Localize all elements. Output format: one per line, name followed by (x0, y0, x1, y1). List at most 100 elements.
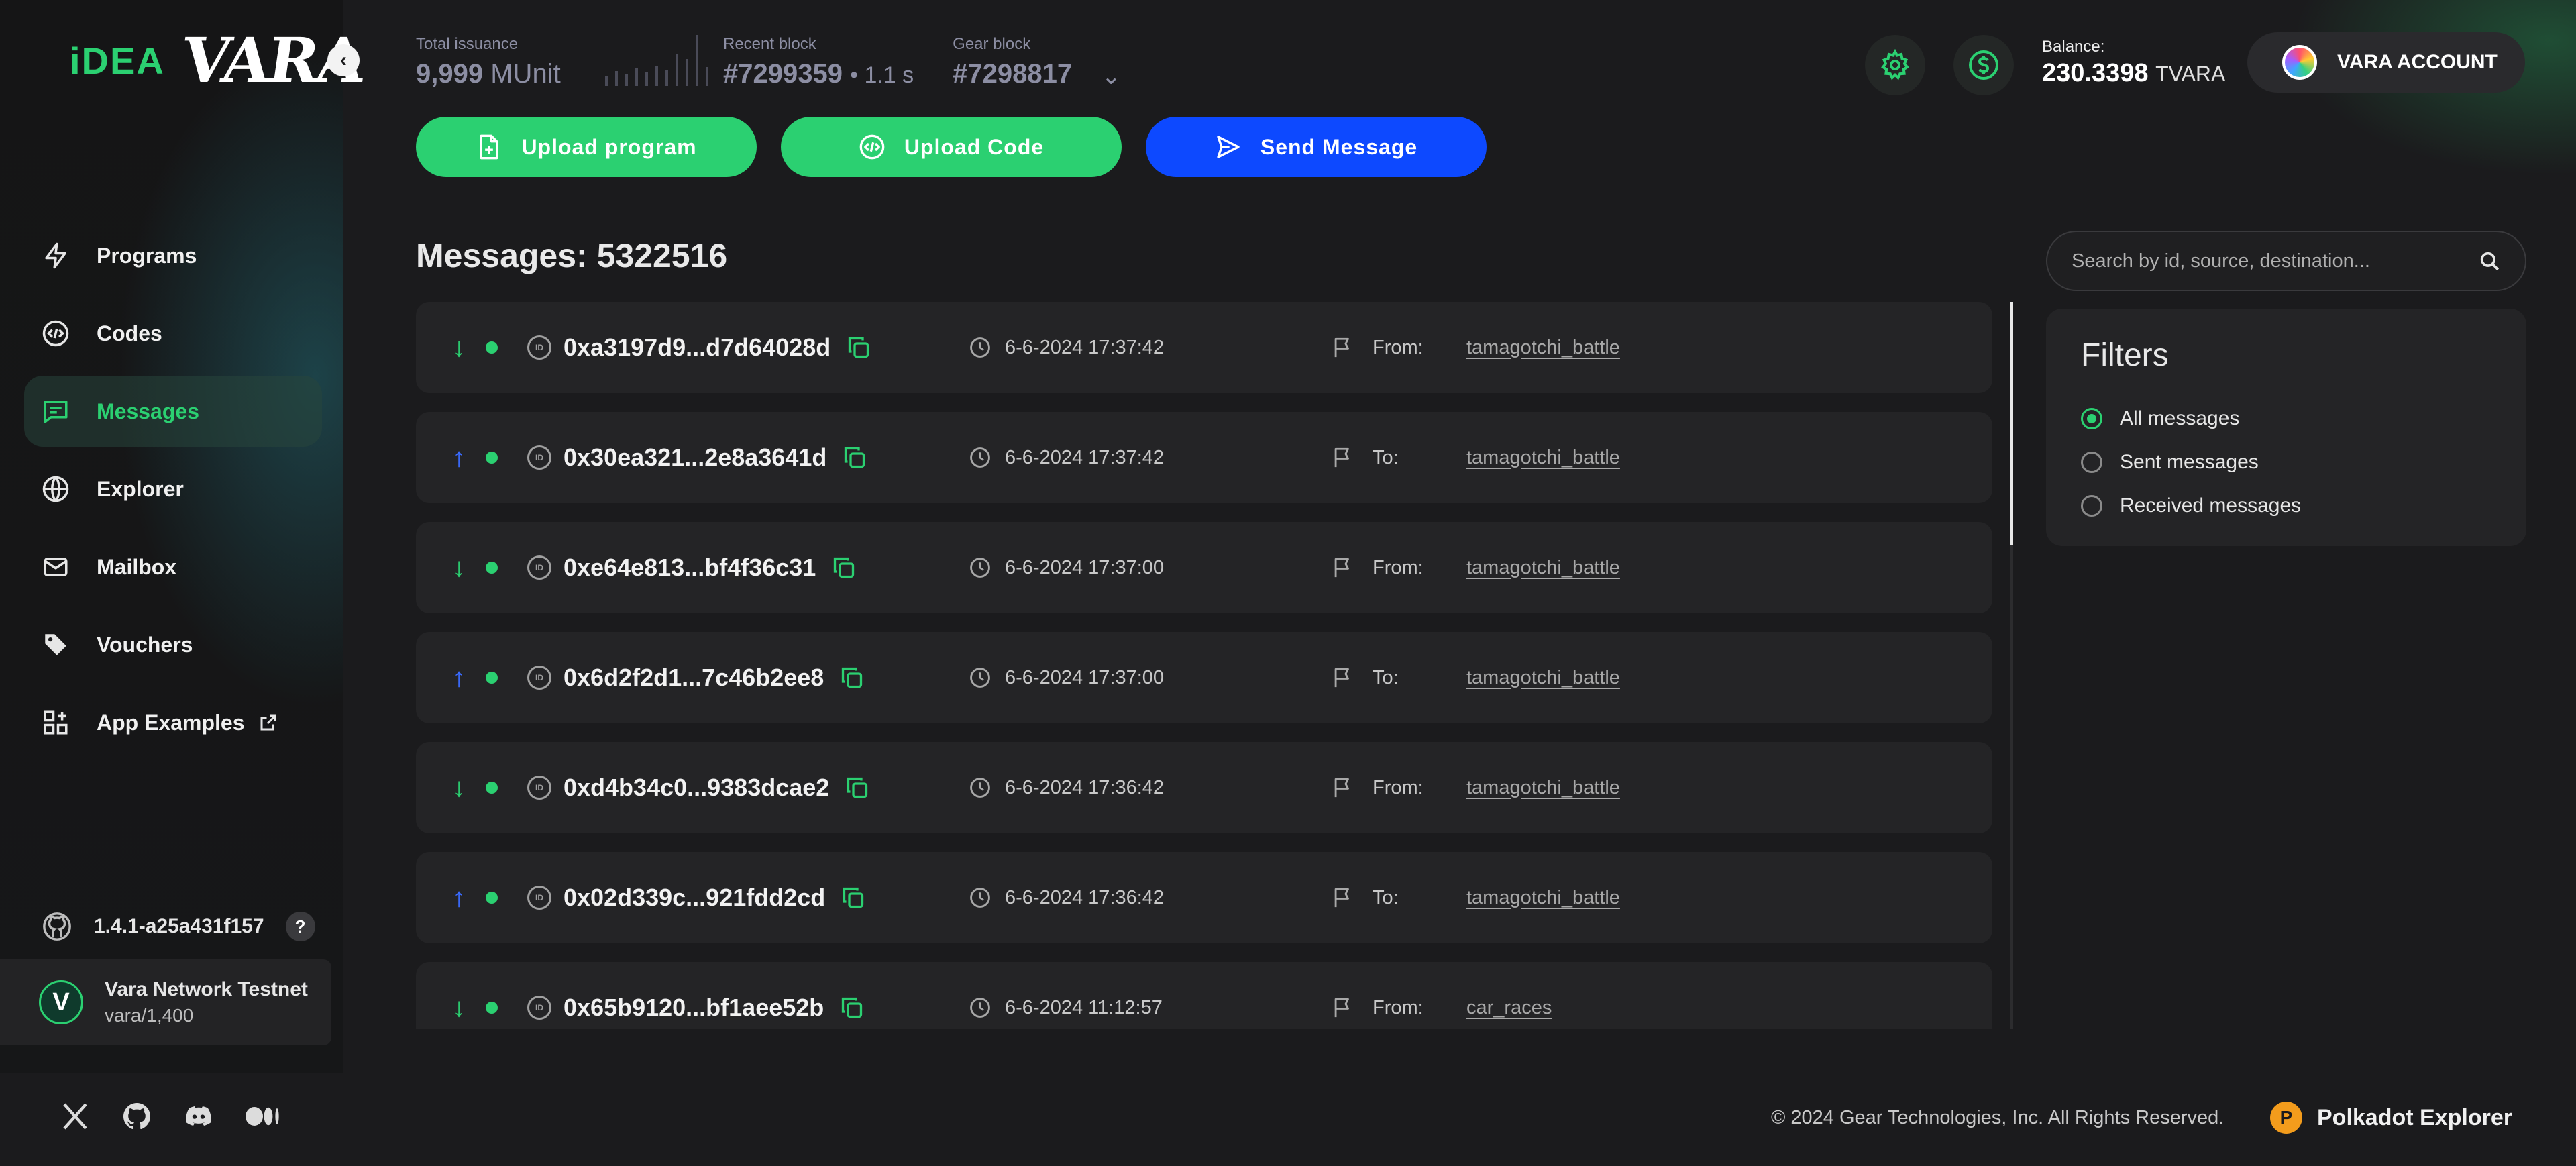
message-time: 6-6-2024 17:37:42 (969, 336, 1164, 359)
sidebar-item-app-examples[interactable]: App Examples (24, 687, 322, 758)
message-id[interactable]: 0x30ea321...2e8a3641d (564, 443, 867, 472)
account-label: VARA ACCOUNT (2337, 51, 2498, 73)
node-settings-button[interactable] (1865, 35, 1925, 95)
sidebar-item-programs[interactable]: Programs (24, 220, 322, 291)
copy-icon[interactable] (832, 555, 856, 580)
upload-code-button[interactable]: Upload Code (781, 117, 1122, 177)
sidebar-item-mailbox[interactable]: Mailbox (24, 531, 322, 602)
lightning-icon (45, 242, 66, 269)
search-box[interactable] (2046, 231, 2526, 291)
message-id[interactable]: 0x02d339c...921fdd2cd (564, 884, 865, 912)
party-label: To: (1373, 666, 1399, 688)
message-time: 6-6-2024 17:37:00 (969, 666, 1164, 689)
network-sub: vara/1,400 (105, 1005, 194, 1026)
filter-received-messages[interactable]: Received messages (2081, 484, 2491, 527)
logo-idea: iDEA (70, 39, 165, 82)
message-row[interactable]: ↓ ID 0xe64e813...bf4f36c31 6-6-2024 17:3… (416, 522, 1992, 613)
copy-icon[interactable] (840, 996, 864, 1020)
program-link[interactable]: tamagotchi_battle (1466, 337, 1620, 359)
copy-icon[interactable] (847, 335, 871, 360)
sidebar-item-label: Programs (97, 243, 197, 268)
radio-button[interactable] (2081, 494, 2102, 517)
sidebar-item-codes[interactable]: Codes (24, 298, 322, 369)
polkadot-explorer-link[interactable]: P Polkadot Explorer (2270, 1102, 2512, 1134)
message-time: 6-6-2024 17:36:42 (969, 776, 1164, 799)
message-id[interactable]: 0xd4b34c0...9383dcae2 (564, 774, 869, 802)
block-bar (655, 66, 658, 86)
send-message-button[interactable]: Send Message (1146, 117, 1487, 177)
message-time: 6-6-2024 17:37:00 (969, 556, 1164, 579)
messages-list[interactable]: ↓ ID 0xa3197d9...d7d64028d 6-6-2024 17:3… (416, 302, 1992, 1029)
collapse-sidebar-button[interactable]: ‹ (327, 44, 360, 76)
radio-button[interactable] (2081, 407, 2102, 429)
medium-icon[interactable] (244, 1100, 282, 1132)
recent-block: Recent block #7299359 • 1.1 s (723, 35, 914, 89)
message-time: 6-6-2024 11:12:57 (969, 996, 1163, 1019)
copy-icon[interactable] (845, 776, 869, 800)
logo[interactable]: iDEA VARA (70, 24, 367, 97)
filter-sent-messages[interactable]: Sent messages (2081, 440, 2491, 484)
chevron-down-icon[interactable]: ⌄ (1102, 63, 1121, 90)
sidebar-item-explorer[interactable]: Explorer (24, 454, 322, 525)
network-selector[interactable]: V Vara Network Testnet vara/1,400 (0, 959, 331, 1045)
discord-icon[interactable] (182, 1100, 215, 1132)
message-party: From: (1331, 996, 1424, 1019)
help-button[interactable]: ? (285, 912, 315, 941)
sidebar-item-vouchers[interactable]: Vouchers (24, 609, 322, 680)
message-time: 6-6-2024 17:36:42 (969, 886, 1164, 909)
block-bar (665, 70, 668, 86)
search-input[interactable] (2072, 250, 2478, 272)
copy-icon[interactable] (843, 445, 867, 470)
party-label: From: (1373, 336, 1424, 358)
x-twitter-icon[interactable] (59, 1100, 91, 1132)
account-button[interactable]: VARA ACCOUNT (2247, 32, 2525, 93)
block-bar (605, 76, 608, 86)
copy-icon[interactable] (840, 666, 864, 690)
sidebar-item-messages[interactable]: Messages (24, 376, 322, 447)
timestamp: 6-6-2024 17:37:00 (1005, 666, 1165, 688)
program-link[interactable]: tamagotchi_battle (1466, 667, 1620, 689)
sidebar-item-label: Mailbox (97, 554, 177, 579)
arrow-up-icon: ↑ (452, 442, 466, 472)
filter-all-messages[interactable]: All messages (2081, 396, 2491, 440)
gear-block-value: #7298817 (953, 59, 1073, 89)
program-link[interactable]: tamagotchi_battle (1466, 557, 1620, 579)
program-link[interactable]: tamagotchi_battle (1466, 777, 1620, 799)
arrow-down-icon: ↓ (452, 772, 466, 802)
arrow-down-icon: ↓ (452, 332, 466, 362)
message-row[interactable]: ↓ ID 0xa3197d9...d7d64028d 6-6-2024 17:3… (416, 302, 1992, 393)
message-id[interactable]: 0xe64e813...bf4f36c31 (564, 553, 856, 582)
block-bar (635, 68, 638, 86)
upload-program-button[interactable]: Upload program (416, 117, 757, 177)
flag-icon (1334, 778, 1349, 798)
message-row[interactable]: ↑ ID 0x02d339c...921fdd2cd 6-6-2024 17:3… (416, 852, 1992, 943)
message-id-text: 0xa3197d9...d7d64028d (564, 333, 831, 361)
sidebar-item-label: Messages (97, 399, 199, 423)
message-row[interactable]: ↓ ID 0x65b9120...bf1aee52b 6-6-2024 11:1… (416, 962, 1992, 1029)
filters-title: Filters (2081, 337, 2169, 373)
copy-icon[interactable] (841, 886, 865, 910)
id-icon: ID (527, 335, 551, 360)
arrow-down-icon: ↓ (452, 552, 466, 582)
scrollbar-thumb[interactable] (2010, 302, 2013, 545)
radio-button[interactable] (2081, 451, 2102, 473)
program-link[interactable]: tamagotchi_battle (1466, 887, 1620, 909)
search-icon[interactable] (2478, 250, 2501, 272)
message-row[interactable]: ↓ ID 0xd4b34c0...9383dcae2 6-6-2024 17:3… (416, 742, 1992, 833)
message-row[interactable]: ↑ ID 0x30ea321...2e8a3641d 6-6-2024 17:3… (416, 412, 1992, 503)
message-id[interactable]: 0xa3197d9...d7d64028d (564, 333, 871, 362)
github-icon[interactable] (121, 1100, 153, 1132)
block-bar (686, 59, 688, 86)
block-bar (676, 54, 678, 86)
program-link[interactable]: tamagotchi_battle (1466, 447, 1620, 469)
id-icon: ID (527, 666, 551, 690)
github-icon[interactable] (42, 911, 72, 942)
message-id[interactable]: 0x6d2f2d1...7c46b2ee8 (564, 664, 864, 692)
message-id[interactable]: 0x65b9120...bf1aee52b (564, 994, 864, 1022)
status-dot (486, 782, 498, 794)
network-name: Vara Network Testnet (105, 978, 308, 1000)
message-row[interactable]: ↑ ID 0x6d2f2d1...7c46b2ee8 6-6-2024 17:3… (416, 632, 1992, 723)
get-balance-button[interactable] (1953, 35, 2014, 95)
recent-block-value: #7299359 • 1.1 s (723, 59, 914, 89)
program-link[interactable]: car_races (1466, 997, 1552, 1019)
